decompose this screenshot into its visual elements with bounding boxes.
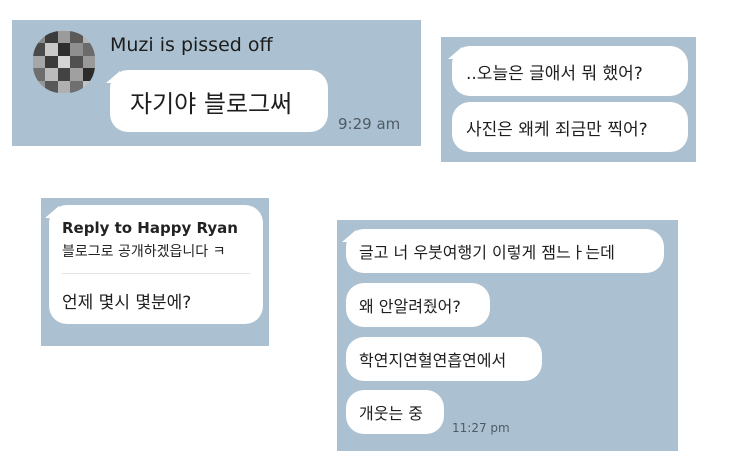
message-bubble[interactable]: 개웃는 중 [346,390,444,434]
message-bubble[interactable]: 왜 안알려줬어? [346,283,490,327]
message-timestamp: 11:27 pm [452,421,510,435]
quoted-message: 블로그로 공개하겠읍니다 ㅋ [62,244,226,260]
reply-to-label: Reply to Happy Ryan [62,219,238,237]
message-text: 언제 몇시 몇분에? [62,293,192,313]
message-bubble[interactable]: ..오늘은 글애서 뭐 했어? [452,46,688,96]
message-bubble[interactable]: 자기야 블로그써 [110,70,328,132]
reply-divider [62,273,250,274]
reply-bubble[interactable]: Reply to Happy Ryan 블로그로 공개하겠읍니다 ㅋ 언제 몇시… [49,205,263,324]
message-text: 왜 안알려줬어? [359,297,461,316]
message-text: 사진은 왜케 죄금만 찍어? [466,119,648,140]
message-text: 개웃는 중 [359,404,423,423]
message-text: 학연지연혈연흡연에서 [359,351,507,370]
message-bubble[interactable]: 글고 너 우붓여행기 이렇게 잼느ㅏ는데 [346,229,664,273]
message-bubble[interactable]: 사진은 왜케 죄금만 찍어? [452,102,688,152]
pixelated-avatar-icon[interactable] [33,31,95,93]
message-text: 글고 너 우붓여행기 이렇게 잼느ㅏ는데 [359,243,615,262]
message-timestamp: 9:29 am [338,115,401,133]
message-text: ..오늘은 글애서 뭐 했어? [466,63,643,84]
sender-name: Muzi is pissed off [110,34,273,56]
message-text: 자기야 블로그써 [130,89,293,118]
message-bubble[interactable]: 학연지연혈연흡연에서 [346,337,542,381]
